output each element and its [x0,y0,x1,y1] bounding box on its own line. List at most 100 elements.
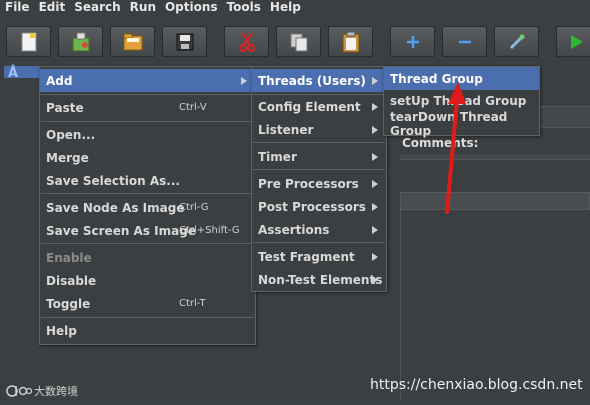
menu-item-open[interactable]: Open... [40,123,255,146]
menu-separator [253,169,385,170]
menu-item-label: Open... [46,127,96,142]
shortcut-label: Ctrl-T [179,298,206,309]
comments-label: Comments: [402,136,479,150]
cut-icon [238,31,255,52]
comments-field[interactable] [400,154,590,160]
menu-separator [41,121,254,122]
menu-item-toggle[interactable]: Toggle Ctrl-T [40,292,255,315]
menu-item-save-selection-as[interactable]: Save Selection As... [40,169,255,192]
menu-item-label: Thread Group [390,71,483,86]
watermark-left-text: 大数跨境 [34,385,78,398]
collapse-all-button[interactable] [442,26,487,57]
submenu-item-test-fragment[interactable]: Test Fragment [252,245,386,268]
submenu-arrow-icon [372,252,378,261]
menu-item-label: Non-Test Elements [258,272,383,287]
toggle-button[interactable] [494,26,539,57]
submenu-arrow-icon [241,76,247,85]
collapse-icon [458,40,471,43]
menu-item-label: Merge [46,150,89,165]
menu-item-label: Test Fragment [258,249,355,264]
menu-separator [253,242,385,243]
submenu-item-threads-users[interactable]: Threads (Users) [252,69,386,92]
paste-button[interactable] [328,26,373,57]
new-icon [21,32,36,51]
submenu-arrow-icon [372,179,378,188]
menu-item-label: Pre Processors [258,176,359,191]
submenu-item-post-processors[interactable]: Post Processors [252,195,386,218]
cut-button[interactable] [224,26,269,57]
submenu-arrow-icon [372,102,378,111]
watermark-url: https://chenxiao.blog.csdn.net [370,377,583,393]
new-button[interactable] [6,26,51,57]
menu-item-label: Assertions [258,222,330,237]
templates-button[interactable] [58,26,103,57]
test-plan-icon: Å [8,66,19,81]
submenu-arrow-icon [372,275,378,284]
menu-item-paste[interactable]: Paste Ctrl-V [40,96,255,119]
submenu-item-timer[interactable]: Timer [252,145,386,168]
menu-separator [253,142,385,143]
open-icon [123,33,142,50]
menu-run[interactable]: Run [125,0,160,14]
menu-item-label: Disable [46,273,97,288]
submenu-item-config-element[interactable]: Config Element [252,95,386,118]
submenu-arrow-icon [372,76,378,85]
menu-item-save-screen-as-image[interactable]: Save Screen As Image Ctrl+Shift-G [40,219,255,242]
menu-edit[interactable]: Edit [34,0,70,14]
menu-item-enable: Enable [40,246,255,269]
submenu-item-thread-group[interactable]: Thread Group [384,67,539,90]
submenu-item-listener[interactable]: Listener [252,118,386,141]
menu-search[interactable]: Search [69,0,124,14]
save-button[interactable] [162,26,207,57]
menu-item-label: Post Processors [258,199,366,214]
menu-options[interactable]: Options [160,0,222,14]
submenu-arrow-icon [372,152,378,161]
add-submenu: Threads (Users) Config Element Listener … [251,66,387,292]
copy-button[interactable] [276,26,321,57]
menu-help[interactable]: Help [265,0,305,14]
menu-file[interactable]: File [0,0,34,14]
templates-icon [72,32,89,51]
start-icon [571,34,583,49]
submenu-item-non-test-elements[interactable]: Non-Test Elements [252,268,386,291]
submenu-item-teardown-thread-group[interactable]: tearDown Thread Group [384,109,539,138]
menu-item-disable[interactable]: Disable [40,269,255,292]
menu-item-label: Add [46,73,73,88]
submenu-item-pre-processors[interactable]: Pre Processors [252,172,386,195]
save-icon [176,33,193,50]
table-body [400,210,590,400]
menu-separator [41,317,254,318]
menu-item-save-node-as-image[interactable]: Save Node As Image Ctrl-G [40,196,255,219]
start-button[interactable] [556,26,590,57]
menu-item-help[interactable]: Help [40,319,255,342]
menu-item-add[interactable]: Add [40,69,255,92]
menu-item-label: Paste [46,100,84,115]
menu-separator [41,94,254,95]
menu-item-label: tearDown Thread Group [390,109,508,138]
menu-item-label: Timer [258,149,297,164]
menu-separator [41,193,254,194]
menu-item-label: setUp Thread Group [390,93,527,108]
context-menu: Add Paste Ctrl-V Open... Merge Save Sele… [39,66,256,345]
test-plan-tree: Å [0,64,96,405]
shortcut-label: Ctrl+Shift-G [179,225,240,236]
toggle-icon [509,34,524,49]
expand-icon [406,35,419,48]
menu-item-label: Help [46,323,77,338]
copy-icon [290,33,307,51]
menu-item-label: Save Selection As... [46,173,180,188]
submenu-item-assertions[interactable]: Assertions [252,218,386,241]
menu-item-label: Config Element [258,99,361,114]
menu-bar: File Edit Search Run Options Tools Help [0,0,590,14]
menu-item-merge[interactable]: Merge [40,146,255,169]
threads-submenu: Thread Group setUp Thread Group tearDown… [383,66,540,138]
paste-icon [342,31,359,52]
menu-item-label: Save Node As Image [46,200,185,215]
watermark-logo: 大数跨境 [6,383,78,399]
menu-item-label: Enable [46,250,92,265]
expand-all-button[interactable] [390,26,435,57]
menu-item-label: Listener [258,122,314,137]
menu-tools[interactable]: Tools [222,0,265,14]
menu-item-label: Threads (Users) [258,73,366,88]
open-button[interactable] [110,26,155,57]
